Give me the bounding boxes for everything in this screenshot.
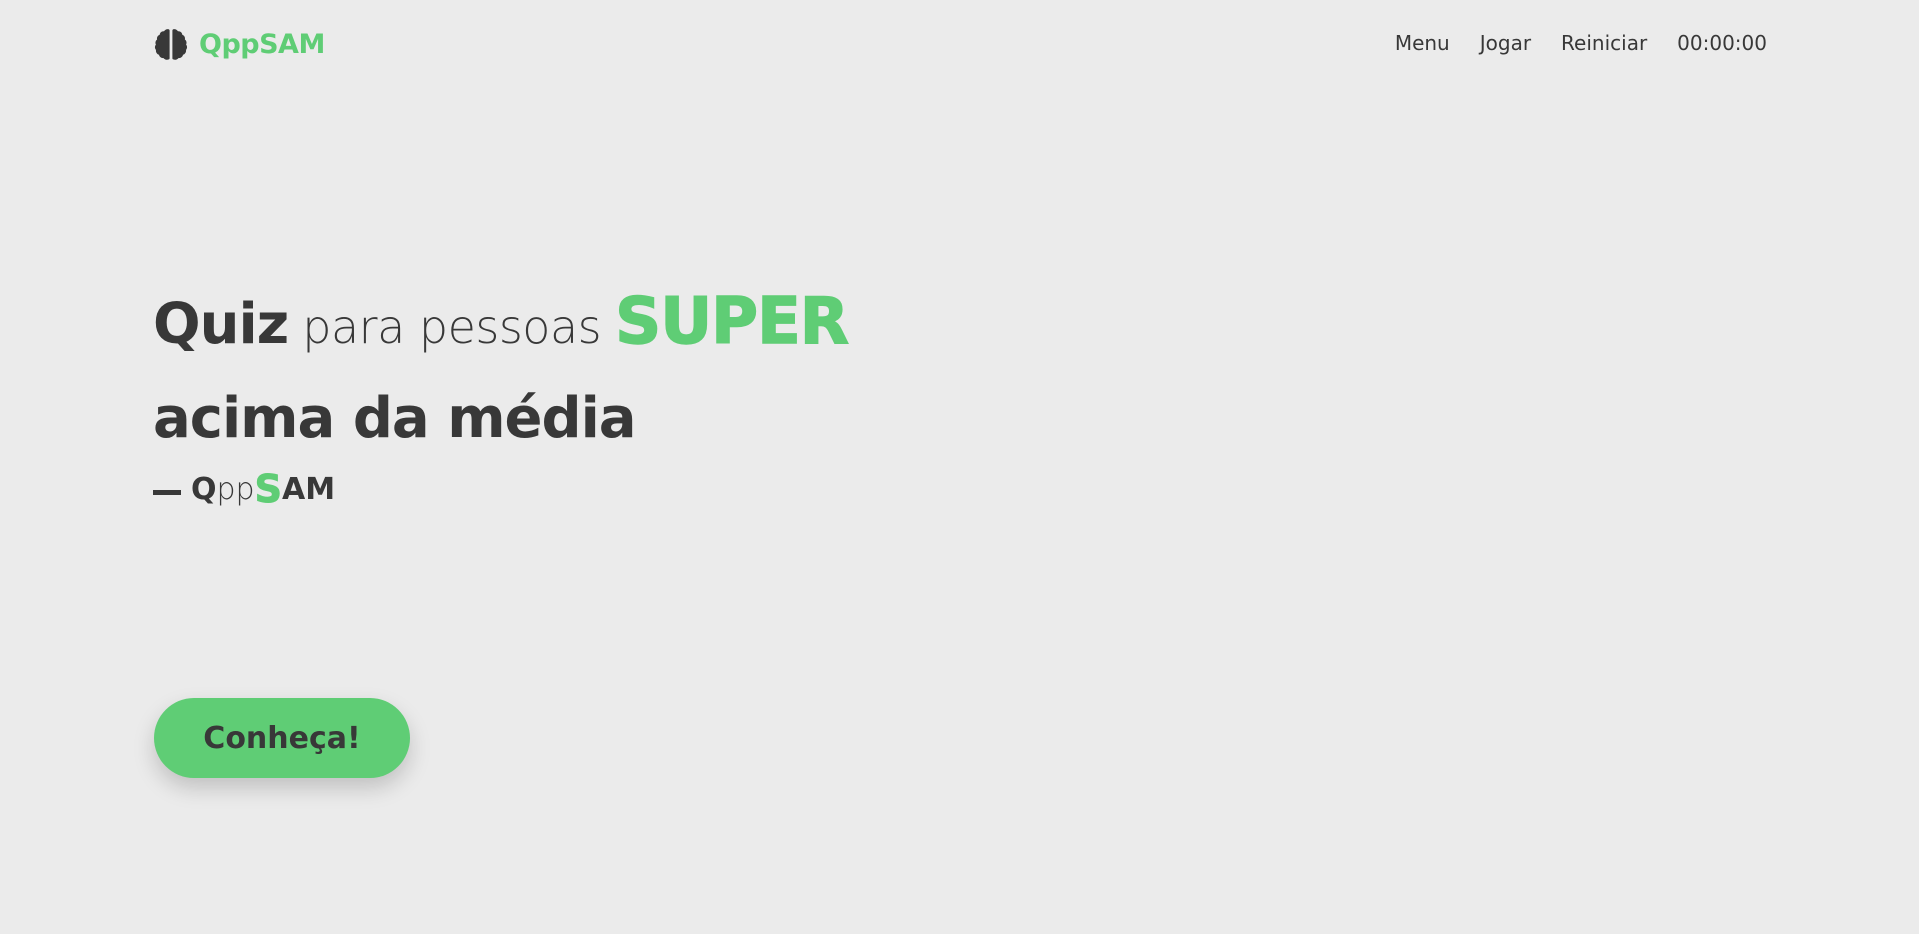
nav-restart-link[interactable]: Reiniciar (1561, 31, 1647, 55)
signature-q: Q (191, 471, 217, 507)
logo-text: QppSAM (199, 28, 325, 60)
signature-dash (153, 489, 181, 495)
signature-am: AM (281, 471, 336, 507)
timer-display: 00:00:00 (1677, 31, 1767, 55)
headline-word-quiz: Quiz (153, 292, 289, 357)
top-navbar: QppSAM Menu Jogar Reiniciar 00:00:00 (0, 0, 1919, 86)
hero-headline-line2: acima da média (153, 386, 637, 451)
headline-word-super: SUPER (614, 284, 849, 360)
logo[interactable]: QppSAM (153, 26, 325, 62)
conheca-button[interactable]: Conheça! (154, 698, 410, 778)
nav-play-link[interactable]: Jogar (1480, 31, 1531, 55)
hero-section: Quiz para pessoas SUPER acima da média Q… (153, 284, 850, 512)
brain-icon (154, 29, 188, 60)
nav-menu-link[interactable]: Menu (1395, 31, 1450, 55)
hero-signature: Q pp S AM (153, 467, 848, 512)
headline-words-para-pessoas: para pessoas (302, 300, 602, 354)
hero-headline-line1: Quiz para pessoas SUPER (153, 284, 850, 375)
page: QppSAM Menu Jogar Reiniciar 00:00:00 Qui… (0, 0, 1919, 934)
main-nav: Menu Jogar Reiniciar 00:00:00 (1395, 28, 1767, 58)
signature-pp: pp (216, 471, 255, 507)
signature-s: S (254, 467, 282, 512)
